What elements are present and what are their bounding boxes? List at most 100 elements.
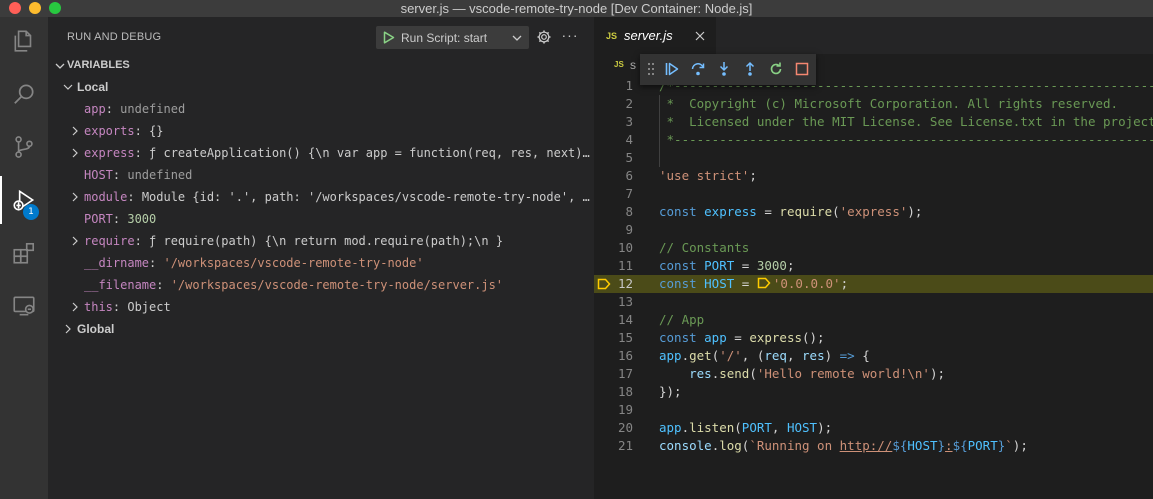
variable-separator: : xyxy=(112,300,128,314)
variable-value: undefined xyxy=(127,168,193,182)
code-line[interactable]: 7 xyxy=(594,185,1153,203)
variable-text: app: undefined xyxy=(84,102,592,116)
code-line[interactable]: 8 const express = require('express'); xyxy=(594,203,1153,221)
code-text: }); xyxy=(659,384,682,399)
start-debugging-button[interactable] xyxy=(381,29,397,46)
variable-item[interactable]: this: Object xyxy=(48,296,594,318)
variables-section-header[interactable]: VARIABLES xyxy=(48,57,594,75)
code-line[interactable]: 3 * Licensed under the MIT License. See … xyxy=(594,113,1153,131)
code-line[interactable]: 11 const PORT = 3000; xyxy=(594,257,1153,275)
title-bar: server.js — vscode-remote-try-node [Dev … xyxy=(0,0,1153,17)
restart-button[interactable] xyxy=(767,60,785,78)
variable-value: undefined xyxy=(120,102,186,116)
debug-configuration-label: Run Script: start xyxy=(401,31,488,45)
run-and-debug-icon[interactable]: 1 xyxy=(0,176,48,224)
variable-item[interactable]: module: Module {id: '.', path: '/workspa… xyxy=(48,186,594,208)
code-text: * Copyright (c) Microsoft Corporation. A… xyxy=(659,96,1119,111)
code-line[interactable]: 18}); xyxy=(594,383,1153,401)
line-number: 1 xyxy=(625,78,633,93)
code-line[interactable]: 14 // App xyxy=(594,311,1153,329)
code-line[interactable]: 9 xyxy=(594,221,1153,239)
chevron-right-icon[interactable] xyxy=(69,235,81,247)
play-icon xyxy=(383,31,395,44)
code-line[interactable]: 21 console.log(`Running on http://${HOST}… xyxy=(594,437,1153,455)
variable-item[interactable]: express: ƒ createApplication() {\n var a… xyxy=(48,142,594,164)
variable-item[interactable]: require: ƒ require(path) {\n return mod.… xyxy=(48,230,594,252)
step-into-icon xyxy=(719,62,729,76)
tab-server-js[interactable]: JS server.js xyxy=(594,17,716,54)
code-line[interactable]: 17 res.send('Hello remote world!\n'); xyxy=(594,365,1153,383)
code-line[interactable]: 13 xyxy=(594,293,1153,311)
code-text: // Constants xyxy=(659,240,750,255)
close-icon[interactable] xyxy=(693,29,707,43)
chevron-right-icon[interactable] xyxy=(69,191,81,203)
line-number: 15 xyxy=(617,330,633,345)
variable-name: module xyxy=(84,190,128,204)
variable-text: this: Object xyxy=(84,300,592,314)
explorer-icon[interactable] xyxy=(0,17,48,65)
sidebar-title: RUN AND DEBUG xyxy=(67,31,162,43)
breadcrumb-file[interactable]: s xyxy=(630,58,636,72)
variable-separator: : xyxy=(105,102,121,116)
variable-item[interactable]: __filename: '/workspaces/vscode-remote-t… xyxy=(48,274,594,296)
debug-toolbar xyxy=(640,54,816,85)
step-over-button[interactable] xyxy=(689,60,707,78)
variable-item[interactable]: __dirname: '/workspaces/vscode-remote-tr… xyxy=(48,252,594,274)
code-line[interactable]: 19 xyxy=(594,401,1153,419)
variable-item[interactable]: HOST: undefined xyxy=(48,164,594,186)
inline-breakpoint-icon[interactable] xyxy=(757,276,773,291)
variable-name: require xyxy=(84,234,135,248)
scope-global[interactable]: Global xyxy=(48,318,594,340)
code-line[interactable]: 16 app.get('/', (req, res) => { xyxy=(594,347,1153,365)
code-text: * Licensed under the MIT License. See Li… xyxy=(666,114,1153,129)
step-over-icon xyxy=(691,63,705,76)
variable-text: require: ƒ require(path) {\n return mod.… xyxy=(84,234,592,248)
stop-button[interactable] xyxy=(793,60,811,78)
debug-configuration-select[interactable]: Run Script: start xyxy=(376,26,529,49)
variable-value: ƒ require(path) {\n return mod.require(p… xyxy=(149,234,504,248)
line-number: 11 xyxy=(617,258,633,273)
variable-item[interactable]: exports: {} xyxy=(48,120,594,142)
editor-tabs: JS server.js xyxy=(594,17,1153,54)
remote-explorer-icon[interactable] xyxy=(0,282,48,330)
variable-value: {} xyxy=(149,124,164,138)
code-line[interactable]: 15 const app = express(); xyxy=(594,329,1153,347)
variable-name: __dirname xyxy=(84,256,150,270)
variable-item[interactable]: app: undefined xyxy=(48,98,594,120)
continue-button[interactable] xyxy=(663,60,681,78)
code-line[interactable]: 10 // Constants xyxy=(594,239,1153,257)
variable-item[interactable]: PORT: 3000 xyxy=(48,208,594,230)
activity-bar: 1 xyxy=(0,17,48,499)
code-line[interactable]: 5 xyxy=(594,149,1153,167)
variable-text: exports: {} xyxy=(84,124,592,138)
code-line[interactable]: 20 app.listen(PORT, HOST); xyxy=(594,419,1153,437)
chevron-right-icon[interactable] xyxy=(69,125,81,137)
code-text: const PORT = 3000; xyxy=(659,258,795,273)
chevron-right-icon[interactable] xyxy=(69,147,81,159)
chevron-down-icon[interactable] xyxy=(62,81,74,93)
variable-value: '/workspaces/vscode-remote-try-node/serv… xyxy=(170,278,504,292)
source-control-icon[interactable] xyxy=(0,123,48,171)
code-line[interactable]: 2 * Copyright (c) Microsoft Corporation.… xyxy=(594,95,1153,113)
line-number: 9 xyxy=(625,222,633,237)
code-text: app.listen(PORT, HOST); xyxy=(659,420,833,435)
search-icon[interactable] xyxy=(0,70,48,118)
drag-handle-icon[interactable] xyxy=(647,62,655,76)
code-line[interactable]: 4 *-------------------------------------… xyxy=(594,131,1153,149)
code-text: const app = express(); xyxy=(659,330,825,345)
window-title: server.js — vscode-remote-try-node [Dev … xyxy=(400,1,753,16)
code-line[interactable]: 12 const HOST = '0.0.0.0'; xyxy=(594,275,1153,293)
step-into-button[interactable] xyxy=(715,60,733,78)
chevron-right-icon[interactable] xyxy=(62,323,74,335)
code-editor[interactable]: 1/*-------------------------------------… xyxy=(594,76,1153,499)
scope-local[interactable]: Local xyxy=(48,76,594,98)
chevron-right-icon[interactable] xyxy=(69,301,81,313)
step-out-button[interactable] xyxy=(741,60,759,78)
open-launch-json-button[interactable] xyxy=(535,28,553,46)
variable-name: HOST xyxy=(84,168,113,182)
more-actions-button[interactable]: ··· xyxy=(561,28,579,46)
code-line[interactable]: 6 'use strict'; xyxy=(594,167,1153,185)
line-number: 20 xyxy=(617,420,633,435)
line-number: 18 xyxy=(617,384,633,399)
extensions-icon[interactable] xyxy=(0,229,48,277)
